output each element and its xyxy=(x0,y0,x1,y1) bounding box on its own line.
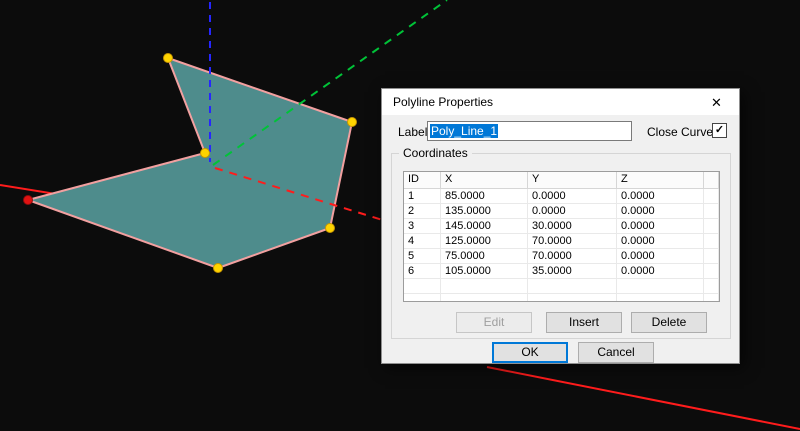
cell-y: 70.0000 xyxy=(528,234,617,249)
cell-y: 30.0000 xyxy=(528,219,617,234)
cell-id: 5 xyxy=(404,249,441,264)
table-row[interactable]: 3 145.0000 30.0000 0.0000 xyxy=(404,219,719,234)
cell-empty xyxy=(617,279,704,294)
cell-stub xyxy=(704,204,719,219)
cell-z: 0.0000 xyxy=(617,264,704,279)
table-row-empty xyxy=(404,279,719,294)
vertex-handle[interactable] xyxy=(164,54,173,63)
close-icon: ✕ xyxy=(711,96,722,109)
table-row[interactable]: 4 125.0000 70.0000 0.0000 xyxy=(404,234,719,249)
cell-x: 145.0000 xyxy=(441,219,528,234)
table-header-x[interactable]: X xyxy=(441,172,528,189)
cell-id: 1 xyxy=(404,189,441,204)
cell-empty xyxy=(704,279,719,294)
cell-empty xyxy=(404,294,441,302)
table-row[interactable]: 1 85.0000 0.0000 0.0000 xyxy=(404,189,719,204)
cancel-button[interactable]: Cancel xyxy=(578,342,654,363)
cell-empty xyxy=(441,294,528,302)
coordinates-groupbox-title: Coordinates xyxy=(399,146,472,160)
table-header-stub xyxy=(704,172,719,189)
close-curve-checkbox[interactable]: ✓ xyxy=(712,123,727,138)
cell-x: 75.0000 xyxy=(441,249,528,264)
label-field-label: Label xyxy=(398,125,427,139)
close-curve-label: Close Curve xyxy=(647,125,713,139)
cell-y: 70.0000 xyxy=(528,249,617,264)
table-header-y[interactable]: Y xyxy=(528,172,617,189)
dialog-title: Polyline Properties xyxy=(382,95,493,109)
delete-button[interactable]: Delete xyxy=(631,312,707,333)
cell-stub xyxy=(704,264,719,279)
cell-id: 3 xyxy=(404,219,441,234)
vertex-handle[interactable] xyxy=(201,149,210,158)
vertex-handle-selected[interactable] xyxy=(24,196,33,205)
checkmark-icon: ✓ xyxy=(715,124,724,136)
cell-empty xyxy=(441,279,528,294)
insert-button[interactable]: Insert xyxy=(546,312,622,333)
cell-z: 0.0000 xyxy=(617,189,704,204)
vertex-handle[interactable] xyxy=(348,118,357,127)
coordinates-table[interactable]: ID X Y Z 1 85.0000 0.0000 0.0000 2 135.0… xyxy=(403,171,720,302)
table-header-row: ID X Y Z xyxy=(404,172,719,189)
vertex-handle[interactable] xyxy=(214,264,223,273)
polyline-properties-dialog: Polyline Properties ✕ Label Poly_Line_1 … xyxy=(381,88,740,364)
cell-id: 4 xyxy=(404,234,441,249)
cell-id: 2 xyxy=(404,204,441,219)
close-button[interactable]: ✕ xyxy=(694,89,739,115)
table-row-empty xyxy=(404,294,719,302)
cell-z: 0.0000 xyxy=(617,219,704,234)
cell-stub xyxy=(704,249,719,264)
table-header-z[interactable]: Z xyxy=(617,172,704,189)
cell-z: 0.0000 xyxy=(617,204,704,219)
vertex-handle[interactable] xyxy=(326,224,335,233)
cell-id: 6 xyxy=(404,264,441,279)
cell-y: 0.0000 xyxy=(528,204,617,219)
cell-x: 105.0000 xyxy=(441,264,528,279)
cell-z: 0.0000 xyxy=(617,249,704,264)
cell-y: 0.0000 xyxy=(528,189,617,204)
dialog-body: Label Poly_Line_1 Close Curve ✓ Coordina… xyxy=(382,115,739,363)
cell-empty xyxy=(528,279,617,294)
edit-button[interactable]: Edit xyxy=(456,312,532,333)
table-header-id[interactable]: ID xyxy=(404,172,441,189)
table-row[interactable]: 2 135.0000 0.0000 0.0000 xyxy=(404,204,719,219)
cell-empty xyxy=(704,294,719,302)
cell-z: 0.0000 xyxy=(617,234,704,249)
table-row[interactable]: 5 75.0000 70.0000 0.0000 xyxy=(404,249,719,264)
cell-empty xyxy=(617,294,704,302)
label-input-value: Poly_Line_1 xyxy=(430,124,498,138)
cell-stub xyxy=(704,234,719,249)
cell-empty xyxy=(404,279,441,294)
cell-x: 85.0000 xyxy=(441,189,528,204)
table-row[interactable]: 6 105.0000 35.0000 0.0000 xyxy=(404,264,719,279)
cell-y: 35.0000 xyxy=(528,264,617,279)
cell-x: 125.0000 xyxy=(441,234,528,249)
cell-x: 135.0000 xyxy=(441,204,528,219)
cell-stub xyxy=(704,219,719,234)
dialog-titlebar[interactable]: Polyline Properties ✕ xyxy=(382,89,739,115)
cell-empty xyxy=(528,294,617,302)
ok-button[interactable]: OK xyxy=(492,342,568,363)
label-input[interactable]: Poly_Line_1 xyxy=(427,121,632,141)
cell-stub xyxy=(704,189,719,204)
